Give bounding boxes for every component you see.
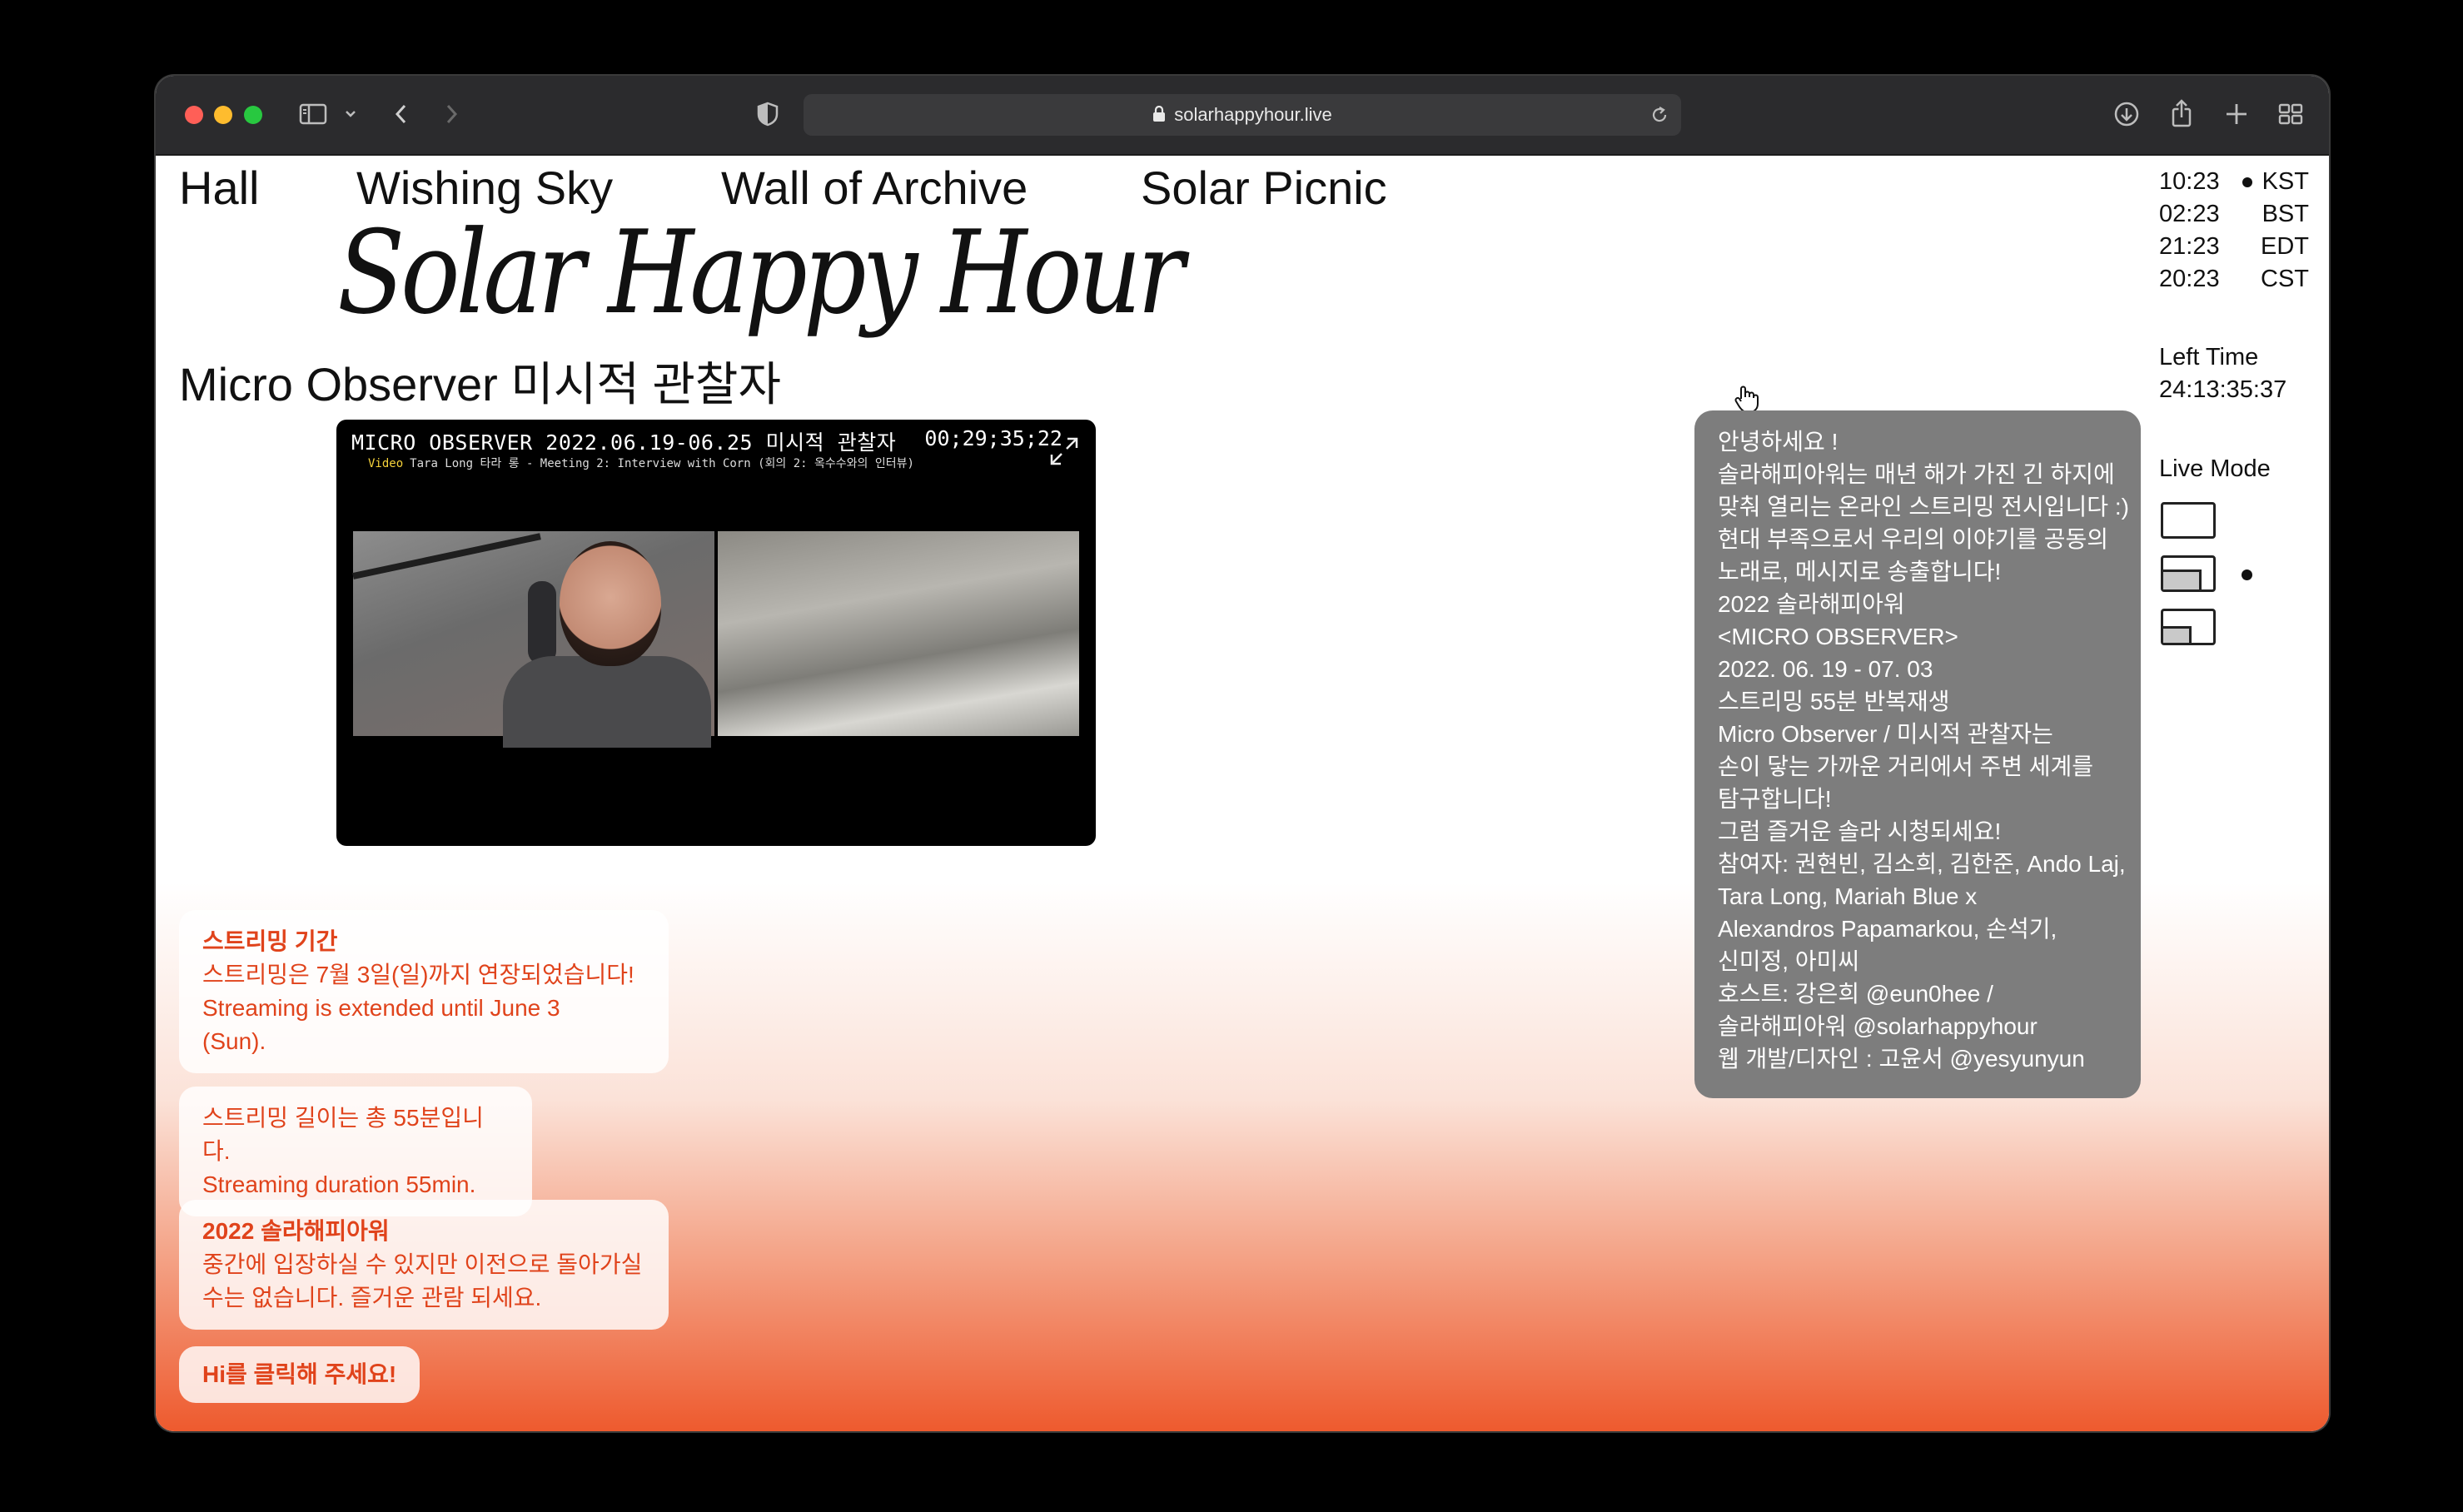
notice-streaming-period-line1: 스트리밍은 7월 3일(일)까지 연장되었습니다! bbox=[202, 962, 634, 987]
info-line: 현대 부족으로서 우리의 이야기를 공동의 bbox=[1718, 526, 2109, 552]
info-line: 맞춰 열리는 온라인 스트리밍 전시입니다 :) bbox=[1718, 494, 2129, 520]
clock-zone: CST bbox=[2261, 266, 2309, 292]
info-line: 호스트: 강은희 @eun0hee / bbox=[1718, 981, 1993, 1007]
nav-hall[interactable]: Hall bbox=[179, 159, 259, 217]
clock-zone: EDT bbox=[2261, 233, 2309, 260]
notice-streaming-period-line3: (Sun). bbox=[202, 1028, 266, 1054]
video-timer: 00;29;35;22 bbox=[924, 426, 1062, 450]
info-line: Tara Long, Mariah Blue x bbox=[1718, 883, 1978, 909]
info-line: 웹 개발/디자인 : 고윤서 @yesyunyun bbox=[1718, 1046, 2085, 1072]
clock-time: 10:23 bbox=[2159, 168, 2220, 195]
browser-titlebar: solarhappyhour.live bbox=[156, 76, 2329, 156]
left-time-value: 24:13:35:37 bbox=[2159, 376, 2287, 403]
zoom-window-button[interactable] bbox=[244, 106, 262, 124]
clock-bst: 02:23 BST bbox=[2159, 198, 2317, 231]
notice-duration-line1: 스트리밍 길이는 총 55분입니다. bbox=[202, 1105, 484, 1164]
url-display[interactable]: solarhappyhour.live bbox=[804, 94, 1681, 136]
tab-overview-icon[interactable] bbox=[2277, 97, 2304, 131]
clock-time: 20:23 bbox=[2159, 266, 2220, 292]
forward-arrow-icon[interactable] bbox=[442, 97, 460, 131]
info-line: 2022 솔라해피아워 bbox=[1718, 591, 1905, 617]
live-mode-mini-fill bbox=[2163, 626, 2192, 643]
share-icon[interactable] bbox=[2169, 97, 2194, 131]
notice-streaming-period-line2: Streaming is extended until June 3 bbox=[202, 995, 560, 1021]
mic-arm bbox=[352, 533, 541, 579]
close-window-button[interactable] bbox=[185, 106, 203, 124]
info-line: 손이 닿는 가까운 거리에서 주변 세계를 bbox=[1718, 754, 2094, 779]
url-text: solarhappyhour.live bbox=[1174, 104, 1332, 125]
live-mode-full-option[interactable] bbox=[2161, 502, 2216, 539]
sidebar-toggle-icon[interactable] bbox=[299, 97, 327, 131]
live-mode-mini-option[interactable] bbox=[2161, 609, 2216, 645]
video-caption-tag: Video bbox=[368, 457, 404, 470]
speaker-face bbox=[560, 541, 661, 666]
notice-streaming-period: 스트리밍 기간 스트리밍은 7월 3일(일)까지 연장되었습니다! Stream… bbox=[179, 910, 669, 1073]
notice-2022: 2022 솔라해피아워 중간에 입장하실 수 있지만 이전으로 돌아가실 수는 … bbox=[179, 1200, 669, 1330]
clock-time: 21:23 bbox=[2159, 233, 2220, 260]
clock-time: 02:23 bbox=[2159, 201, 2220, 227]
speaker-body bbox=[503, 656, 711, 748]
info-line: 안녕하세요 ! bbox=[1718, 429, 1839, 455]
video-title: MICRO OBSERVER 2022.06.19-06.25 미시적 관찰자 bbox=[351, 430, 897, 455]
page-content: Hall Wishing Sky Wall of Archive Solar P… bbox=[156, 156, 2329, 1431]
current-zone-dot bbox=[2242, 177, 2252, 187]
page-title: Micro Observer 미시적 관찰자 bbox=[179, 358, 781, 410]
info-line: 참여자: 권현빈, 김소희, 김한준, Ando Laj, bbox=[1718, 851, 2126, 877]
video-frame-interview bbox=[352, 531, 714, 748]
site-logo[interactable]: Solar Happy Hour bbox=[337, 211, 1185, 336]
clock-edt: 21:23 EDT bbox=[2159, 231, 2317, 263]
new-tab-plus-icon[interactable] bbox=[2224, 97, 2249, 131]
download-icon[interactable] bbox=[2112, 97, 2141, 131]
info-line: Alexandros Papamarkou, 손석기, bbox=[1718, 916, 2057, 942]
info-line: 그럼 즐거운 솔라 시청되세요! bbox=[1718, 818, 2002, 844]
info-line: 탐구합니다! bbox=[1718, 786, 1832, 812]
chevron-down-icon[interactable] bbox=[344, 97, 357, 131]
reload-icon[interactable] bbox=[1649, 105, 1669, 129]
live-mode-pip-option[interactable] bbox=[2161, 555, 2216, 592]
info-line: 신미정, 아미씨 bbox=[1718, 948, 1860, 974]
notice-streaming-period-heading: 스트리밍 기간 bbox=[202, 928, 338, 954]
clock-zone: KST bbox=[2261, 168, 2309, 195]
video-player[interactable]: MICRO OBSERVER 2022.06.19-06.25 미시적 관찰자 … bbox=[336, 420, 1096, 846]
address-bar[interactable]: solarhappyhour.live bbox=[804, 94, 1681, 136]
info-line: 스트리밍 55분 반복재생 bbox=[1718, 689, 1950, 714]
video-caption: Video Tara Long 타라 롱 - Meeting 2: Intervi… bbox=[368, 455, 914, 471]
live-mode-pip-fill bbox=[2163, 569, 2202, 589]
back-arrow-icon[interactable] bbox=[392, 97, 410, 131]
info-line: 노래로, 메시지로 송출합니다! bbox=[1718, 559, 2002, 584]
notice-2022-heading: 2022 솔라해피아워 bbox=[202, 1218, 390, 1244]
live-mode-label: Live Mode bbox=[2159, 455, 2271, 482]
notice-2022-line2: 수는 없습니다. 즐거운 관람 되세요. bbox=[202, 1285, 542, 1311]
clock-zone: BST bbox=[2261, 201, 2309, 227]
info-line: 솔라해피아워 @solarhappyhour bbox=[1718, 1013, 2038, 1039]
video-caption-text: Tara Long 타라 롱 - Meeting 2: Interview wi… bbox=[410, 457, 914, 470]
fullscreen-expand-icon[interactable] bbox=[1049, 436, 1079, 470]
info-panel: 안녕하세요 ! 솔라해피아워는 매년 해가 가진 긴 하지에 맞춰 열리는 온라… bbox=[1694, 410, 2141, 1098]
microphone bbox=[528, 581, 556, 664]
info-line: <MICRO OBSERVER> bbox=[1718, 624, 1958, 649]
left-time-label: Left Time bbox=[2159, 344, 2259, 371]
notice-duration: 스트리밍 길이는 총 55분입니다. Streaming duration 55… bbox=[179, 1087, 532, 1216]
live-mode-selected-dot bbox=[2242, 569, 2252, 580]
shield-icon[interactable] bbox=[755, 97, 780, 131]
info-line: 솔라해피아워는 매년 해가 가진 긴 하지에 bbox=[1718, 461, 2115, 487]
minimize-window-button[interactable] bbox=[214, 106, 232, 124]
clock-kst: 10:23 KST bbox=[2159, 166, 2317, 198]
browser-window: solarhappyhour.live Hall Wishing Sky Wal… bbox=[156, 76, 2329, 1431]
info-line: Micro Observer / 미시적 관찰자는 bbox=[1718, 721, 2053, 747]
notice-2022-line1: 중간에 입장하실 수 있지만 이전으로 돌아가실 bbox=[202, 1251, 643, 1277]
clock-cst: 20:23 CST bbox=[2159, 263, 2317, 296]
info-line: 2022. 06. 19 - 07. 03 bbox=[1718, 656, 1933, 682]
lock-icon bbox=[1152, 96, 1166, 137]
video-frame-water bbox=[718, 531, 1079, 736]
hi-button[interactable]: Hi를 클릭해 주세요! bbox=[179, 1346, 420, 1403]
notice-duration-line2: Streaming duration 55min. bbox=[202, 1171, 476, 1197]
